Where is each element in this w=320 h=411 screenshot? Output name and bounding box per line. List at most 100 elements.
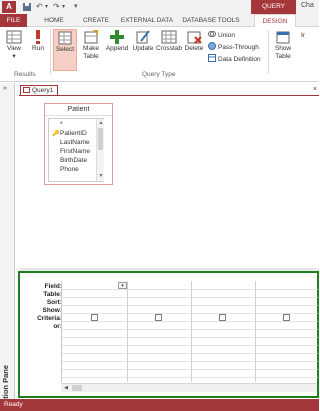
undo-icon[interactable]: ↶: [36, 2, 43, 12]
table-title[interactable]: Patient: [45, 104, 112, 116]
row-label-field: Field:: [44, 283, 62, 290]
show-checkbox[interactable]: [155, 314, 162, 321]
insert-rows-button[interactable]: Ir: [301, 30, 305, 41]
scroll-up-icon[interactable]: ▲: [97, 120, 105, 126]
grid-cells[interactable]: ▾: [61, 281, 318, 382]
expand-nav-icon[interactable]: »: [3, 85, 7, 92]
field-item[interactable]: LastName: [60, 138, 90, 147]
tab-file[interactable]: FILE: [0, 14, 27, 27]
close-icon[interactable]: ×: [313, 86, 317, 93]
view-dropdown-icon: ▾: [12, 53, 16, 60]
scroll-thumb[interactable]: [72, 385, 82, 391]
union-button[interactable]: Union: [208, 30, 235, 41]
show-checkbox[interactable]: [91, 314, 98, 321]
row-label-criteria: Criteria:: [37, 315, 62, 322]
field-dropdown-arrow-icon[interactable]: ▾: [118, 282, 127, 289]
query-design-grid[interactable]: Field: Table: Sort: Show: Criteria: or: …: [18, 271, 319, 398]
field-item[interactable]: Phone: [60, 165, 79, 174]
make-table-icon: [84, 30, 98, 44]
pass-through-label: Pass-Through: [218, 44, 259, 51]
row-label-sort: Sort:: [46, 299, 62, 306]
field-list-scrollbar[interactable]: ▲ ▼: [96, 119, 104, 181]
tab-home[interactable]: HOME: [33, 14, 75, 27]
delete-label: Delete: [184, 45, 204, 52]
field-list[interactable]: 🔑 * PatientID LastName FirstName BirthDa…: [48, 118, 104, 182]
tab-design[interactable]: DESIGN: [254, 14, 296, 28]
show-checkbox[interactable]: [283, 314, 290, 321]
grid-column-line: [255, 281, 256, 382]
union-label: Union: [218, 32, 235, 39]
delete-button[interactable]: Delete: [183, 29, 205, 69]
select-query-button[interactable]: Select: [53, 29, 77, 71]
run-button[interactable]: Run: [28, 29, 48, 69]
grid-horizontal-scrollbar[interactable]: ◀: [61, 383, 317, 392]
field-item[interactable]: PatientID: [60, 129, 87, 138]
update-label: Update: [132, 45, 154, 52]
view-label: View: [7, 45, 21, 52]
globe-icon: [208, 42, 216, 50]
scroll-thumb[interactable]: [98, 128, 103, 150]
append-plus-icon: [110, 30, 124, 44]
exclamation-icon: [36, 30, 40, 44]
select-label: Select: [55, 46, 75, 53]
pass-through-button[interactable]: Pass-Through: [208, 42, 259, 53]
show-checkbox[interactable]: [219, 314, 226, 321]
group-label-results: Results: [14, 71, 36, 78]
crosstab-icon: [161, 30, 177, 44]
ribbon-separator: [268, 30, 269, 74]
data-definition-button[interactable]: Data Definition: [208, 54, 261, 65]
status-bar: Ready: [0, 399, 319, 411]
select-query-icon: [58, 31, 72, 45]
run-label: Run: [32, 45, 44, 52]
data-definition-label: Data Definition: [218, 56, 261, 63]
redo-icon[interactable]: ↷: [53, 2, 60, 12]
window-title: Cha: [301, 2, 314, 9]
tab-create[interactable]: CREATE: [76, 14, 116, 27]
show-table-button[interactable]: Show Table: [271, 29, 295, 69]
append-label: Append: [105, 45, 129, 52]
grid-row-line: [62, 369, 318, 370]
crosstab-label: Crosstab: [156, 45, 183, 52]
group-label-query-type: Query Type: [142, 71, 176, 78]
ribbon-separator: [50, 30, 51, 74]
grid-row-line: [62, 329, 318, 330]
primary-key-icon: 🔑: [52, 131, 60, 137]
view-button[interactable]: View ▾: [3, 29, 25, 69]
tab-external-data[interactable]: EXTERNAL DATA: [117, 14, 177, 27]
scroll-down-icon[interactable]: ▼: [97, 173, 105, 179]
query-icon: [23, 87, 30, 93]
update-pencil-icon: [136, 30, 150, 44]
grid-row-line: [62, 337, 318, 338]
query-design-upper-pane[interactable]: Patient 🔑 * PatientID LastName FirstName…: [19, 96, 319, 268]
table-field-list-patient[interactable]: Patient 🔑 * PatientID LastName FirstName…: [44, 103, 113, 185]
tab-database-tools[interactable]: DATABASE TOOLS: [178, 14, 244, 27]
row-label-show: Show:: [42, 307, 63, 314]
ribbon-tab-bar: FILE HOME CREATE EXTERNAL DATA DATABASE …: [0, 14, 319, 28]
grid-row-line: [62, 297, 318, 298]
append-button[interactable]: Append: [104, 29, 130, 69]
grid-column-line: [127, 281, 128, 382]
field-item[interactable]: FirstName: [60, 147, 90, 156]
field-item[interactable]: *: [60, 120, 63, 129]
grid-column-line: [191, 281, 192, 382]
crosstab-button[interactable]: Crosstab: [156, 29, 182, 69]
navigation-pane[interactable]: » Navigation Pane: [0, 83, 15, 411]
union-icon: [208, 31, 216, 37]
title-bar: A ↶ ▾ ↷ ▾ ▾ QUERY TOOLS Cha: [0, 0, 319, 24]
grid-row-line: [62, 321, 318, 322]
make-table-button[interactable]: Make Table: [79, 29, 103, 69]
delete-icon: [187, 31, 202, 44]
undo-dropdown-icon[interactable]: ▾: [45, 2, 48, 12]
update-button[interactable]: Update: [131, 29, 155, 69]
data-definition-icon: [208, 54, 216, 62]
grid-row-line: [62, 353, 318, 354]
grid-row-line: [62, 361, 318, 362]
datasheet-view-icon: [6, 30, 22, 44]
redo-dropdown-icon[interactable]: ▾: [62, 2, 65, 12]
access-logo-icon: A: [2, 1, 16, 13]
field-item[interactable]: BirthDate: [60, 156, 87, 165]
show-table-icon: [276, 31, 290, 44]
customize-icon[interactable]: ▾: [74, 2, 78, 12]
query-tab-label: Query1: [32, 87, 54, 94]
scroll-left-icon[interactable]: ◀: [62, 385, 70, 392]
